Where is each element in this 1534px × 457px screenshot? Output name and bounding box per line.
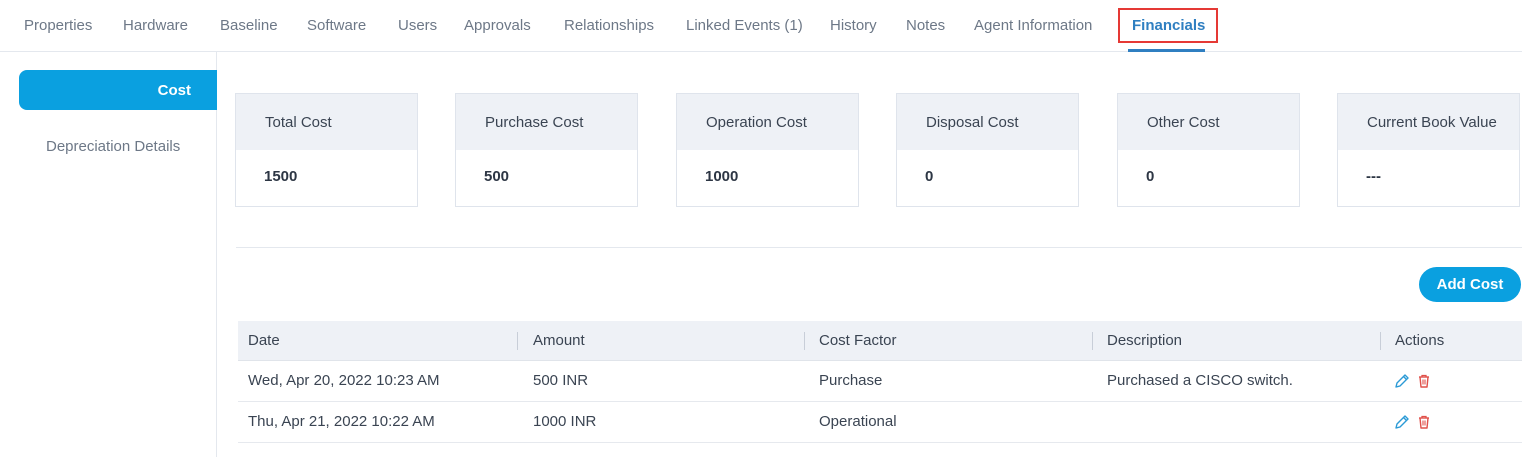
add-cost-button[interactable]: Add Cost <box>1419 267 1521 302</box>
card-title: Total Cost <box>236 94 417 150</box>
active-tab-indicator <box>1128 49 1205 52</box>
table-row[interactable]: Thu, Apr 21, 2022 10:22 AM 1000 INR Oper… <box>238 402 1522 443</box>
section-divider <box>236 247 1522 248</box>
column-header-actions: Actions <box>1395 332 1445 349</box>
card-title: Other Cost <box>1118 94 1299 150</box>
trash-icon[interactable] <box>1416 414 1432 430</box>
table-header: Date Amount Cost Factor Description Acti… <box>238 321 1522 361</box>
tab-baseline[interactable]: Baseline <box>220 17 278 34</box>
current-book-value-card: Current Book Value --- <box>1337 93 1520 207</box>
cell-amount: 1000 INR <box>533 413 597 430</box>
column-header-amount[interactable]: Amount <box>533 332 585 349</box>
financials-sidebar: Cost Depreciation Details <box>0 52 217 457</box>
sidebar-item-depreciation-details[interactable]: Depreciation Details <box>46 138 180 155</box>
pencil-icon[interactable] <box>1394 414 1410 430</box>
column-header-cost-factor[interactable]: Cost Factor <box>819 332 897 349</box>
trash-icon[interactable] <box>1416 373 1432 389</box>
cell-date: Wed, Apr 20, 2022 10:23 AM <box>248 372 440 389</box>
card-value: 500 <box>484 168 510 185</box>
table-row[interactable]: Wed, Apr 20, 2022 10:23 AM 500 INR Purch… <box>238 361 1522 402</box>
cell-cost-factor: Operational <box>819 413 897 430</box>
tab-history[interactable]: History <box>830 17 877 34</box>
column-resize-handle[interactable] <box>1092 332 1093 350</box>
operation-cost-card: Operation Cost 1000 <box>676 93 859 207</box>
column-header-date[interactable]: Date <box>248 332 280 349</box>
tab-properties[interactable]: Properties <box>24 17 92 34</box>
card-value: 1500 <box>264 168 298 185</box>
column-resize-handle[interactable] <box>1380 332 1381 350</box>
column-header-description[interactable]: Description <box>1107 332 1182 349</box>
highlight-box <box>1118 8 1218 43</box>
cost-table: Date Amount Cost Factor Description Acti… <box>238 321 1522 443</box>
card-title: Current Book Value <box>1338 94 1519 150</box>
total-cost-card: Total Cost 1500 <box>235 93 418 207</box>
sidebar-item-cost[interactable]: Cost <box>19 70 217 110</box>
cell-description: Purchased a CISCO switch. <box>1107 372 1293 389</box>
tab-notes[interactable]: Notes <box>906 17 945 34</box>
tab-relationships[interactable]: Relationships <box>564 17 654 34</box>
column-resize-handle[interactable] <box>804 332 805 350</box>
tab-agent-information[interactable]: Agent Information <box>974 17 1092 34</box>
cell-amount: 500 INR <box>533 372 589 389</box>
card-title: Purchase Cost <box>456 94 637 150</box>
card-value: 1000 <box>705 168 739 185</box>
cell-date: Thu, Apr 21, 2022 10:22 AM <box>248 413 435 430</box>
column-resize-handle[interactable] <box>517 332 518 350</box>
card-value: 0 <box>1146 168 1155 185</box>
tab-approvals[interactable]: Approvals <box>464 17 531 34</box>
card-value: 0 <box>925 168 934 185</box>
other-cost-card: Other Cost 0 <box>1117 93 1300 207</box>
tab-bar: Properties Hardware Baseline Software Us… <box>0 0 1522 52</box>
tab-users[interactable]: Users <box>398 17 437 34</box>
purchase-cost-card: Purchase Cost 500 <box>455 93 638 207</box>
card-title: Operation Cost <box>677 94 858 150</box>
card-value: --- <box>1366 168 1381 185</box>
cell-cost-factor: Purchase <box>819 372 883 389</box>
tab-linked-events[interactable]: Linked Events (1) <box>686 17 803 34</box>
pencil-icon[interactable] <box>1394 373 1410 389</box>
tab-hardware[interactable]: Hardware <box>123 17 188 34</box>
disposal-cost-card: Disposal Cost 0 <box>896 93 1079 207</box>
card-title: Disposal Cost <box>897 94 1078 150</box>
tab-software[interactable]: Software <box>307 17 366 34</box>
